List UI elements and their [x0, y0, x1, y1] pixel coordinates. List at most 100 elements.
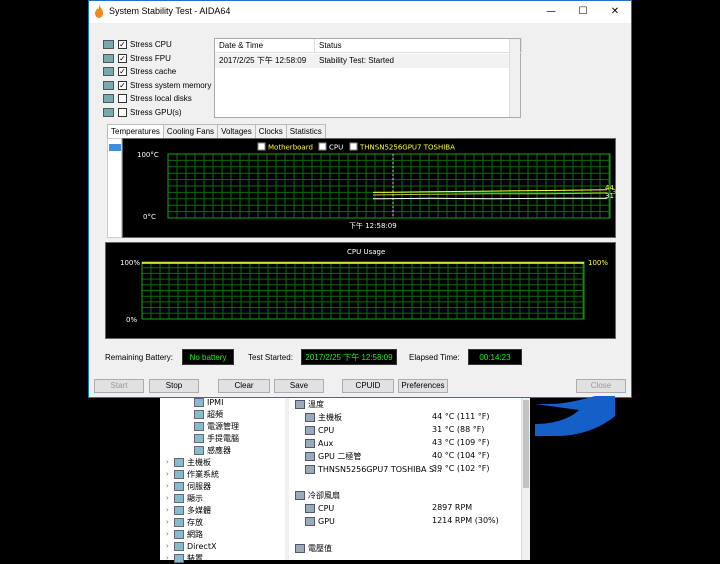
title-bar[interactable]: System Stability Test - AIDA64 — ☐ ✕ — [89, 1, 631, 23]
stress-hardware-icon — [103, 40, 114, 49]
tree-item[interactable]: 超頻 — [186, 408, 223, 420]
stop-button[interactable]: Stop — [149, 379, 199, 393]
maximize-button[interactable]: ☐ — [567, 1, 599, 23]
legend-checkbox[interactable] — [349, 142, 358, 151]
sensor-name: GPU 二極管 — [318, 451, 362, 461]
col-date-time[interactable]: Date & Time — [215, 39, 315, 53]
expand-chevron-icon[interactable]: › — [166, 482, 174, 490]
legend-checkbox[interactable] — [318, 142, 327, 151]
stress-hardware-icon — [103, 94, 114, 103]
tree-item[interactable]: › 網路 — [166, 528, 203, 540]
save-button[interactable]: Save — [274, 379, 324, 393]
scroll-thumb[interactable] — [523, 400, 529, 488]
tree-item[interactable]: IPMI — [186, 396, 223, 408]
stress-checkbox[interactable]: ✓ — [118, 40, 127, 49]
sensor-name: Aux — [318, 438, 334, 448]
tab-statistics[interactable]: Statistics — [285, 124, 326, 138]
stress-checkbox[interactable] — [118, 94, 127, 103]
detail-scrollbar[interactable] — [521, 398, 530, 560]
aida64-main-window: IPMI 超頻 電源管理 手提電腦 感應器 › 主機板 › 作業系統 › 伺服器 › 顯示 › 多媒體 › 存放… — [160, 396, 530, 563]
tree-item[interactable]: › 伺服器 — [166, 480, 211, 492]
stress-option[interactable]: ✓ Stress system memory — [103, 79, 211, 92]
stress-checkbox[interactable]: ✓ — [118, 67, 127, 76]
tab-voltages[interactable]: Voltages — [217, 124, 256, 138]
expand-chevron-icon[interactable]: › — [166, 518, 174, 526]
tree-item[interactable]: 手提電腦 — [186, 432, 239, 444]
tree-item[interactable]: › 多媒體 — [166, 504, 211, 516]
voltage-section[interactable]: 電壓值 — [295, 542, 332, 554]
tree-item[interactable]: › 主機板 — [166, 456, 211, 468]
tree-item[interactable]: › 裝置 — [166, 552, 203, 564]
tree-item-label: 超頻 — [207, 409, 223, 419]
tab-temperatures[interactable]: Temperatures — [107, 124, 164, 138]
fan-row[interactable]: GPU — [305, 515, 335, 527]
tree-node-icon — [174, 469, 184, 479]
tree-item[interactable]: › 顯示 — [166, 492, 203, 504]
sensor-icon — [295, 543, 305, 553]
stress-label: Stress cache — [130, 67, 177, 76]
selected-sensor[interactable] — [109, 144, 121, 151]
expand-chevron-icon[interactable]: › — [166, 542, 174, 550]
event-log-table[interactable]: Date & Time Status 2017/2/25 下午 12:58:09… — [214, 38, 522, 118]
window-title: System Stability Test - AIDA64 — [109, 6, 231, 16]
tree-item[interactable]: › 作業系統 — [166, 468, 219, 480]
stress-option[interactable]: Stress GPU(s) — [103, 106, 182, 119]
expand-chevron-icon[interactable]: › — [166, 530, 174, 538]
expand-chevron-icon[interactable]: › — [166, 470, 174, 478]
cpu-usage-chart: CPU Usage 100% 0% 100% — [105, 242, 616, 339]
sensor-icon — [305, 451, 315, 461]
tree-item-label: 伺服器 — [187, 481, 211, 491]
start-button[interactable]: Start — [94, 379, 144, 393]
stress-checkbox[interactable] — [118, 107, 127, 117]
preferences-button[interactable]: Preferences — [398, 379, 448, 393]
cpuid-button[interactable]: CPUID — [342, 379, 394, 393]
sensor-list[interactable] — [107, 138, 122, 238]
stress-option[interactable]: Stress local disks — [103, 92, 192, 105]
tab-clocks[interactable]: Clocks — [254, 124, 287, 138]
temperature-row[interactable]: CPU — [305, 424, 334, 436]
tree-item[interactable]: 電源管理 — [186, 420, 239, 432]
sensor-name: 電壓值 — [308, 543, 332, 553]
tab-cooling-fans[interactable]: Cooling Fans — [162, 124, 219, 138]
tree-item[interactable]: 感應器 — [186, 444, 231, 456]
sensor-name: GPU — [318, 516, 335, 526]
stress-label: Stress GPU(s) — [130, 107, 182, 117]
stress-option[interactable]: ✓ Stress CPU — [103, 38, 172, 51]
tree-item-label: 多媒體 — [187, 505, 211, 515]
stress-option[interactable]: ✓ Stress FPU — [103, 52, 171, 65]
sensor-icon — [305, 503, 315, 513]
stress-checkbox[interactable]: ✓ — [118, 53, 127, 63]
log-date-cell: 2017/2/25 下午 12:58:09 — [215, 54, 315, 68]
fan-row[interactable]: CPU — [305, 502, 334, 514]
temperature-row[interactable]: GPU 二極管 — [305, 450, 361, 462]
cpu-current-label: 100% — [588, 259, 608, 267]
battery-label: Remaining Battery: — [105, 353, 174, 362]
log-scrollbar[interactable] — [509, 39, 520, 117]
clear-button[interactable]: Clear — [218, 379, 270, 393]
col-status[interactable]: Status — [315, 39, 522, 53]
temperature-chart: Motherboard CPU THNSN5256GPU7 TOSHIBA 100°C… — [122, 138, 617, 238]
tree-node-icon — [174, 457, 184, 467]
elapsed-label: Elapsed Time: — [409, 353, 460, 362]
legend-checkbox[interactable] — [257, 142, 266, 151]
expand-chevron-icon[interactable]: › — [166, 506, 174, 514]
fan-section[interactable]: 冷卻風扇 — [295, 489, 340, 501]
temperature-row[interactable]: 主機板 — [305, 411, 342, 423]
cpu-y-min-label: 0% — [126, 316, 137, 324]
sensor-name: CPU — [318, 503, 335, 513]
minimize-button[interactable]: — — [535, 1, 567, 23]
expand-chevron-icon[interactable]: › — [166, 554, 174, 562]
expand-chevron-icon[interactable]: › — [166, 494, 174, 502]
stress-checkbox[interactable]: ✓ — [118, 80, 127, 90]
end-value-label: 31 — [605, 192, 614, 200]
stress-option[interactable]: ✓ Stress cache — [103, 65, 176, 78]
tree-item[interactable]: › DirectX — [166, 540, 216, 552]
tree-item[interactable]: › 存放 — [166, 516, 203, 528]
temperature-section[interactable]: 溫度 — [295, 398, 324, 410]
close-button[interactable]: Close — [576, 379, 626, 393]
temperature-row[interactable]: Aux — [305, 437, 333, 449]
navigation-tree[interactable]: IPMI 超頻 電源管理 手提電腦 感應器 › 主機板 › 作業系統 › 伺服器 › 顯示 › 多媒體 › 存放… — [160, 396, 284, 563]
temperature-row[interactable]: THNSN5256GPU7 TOSHIBA S... — [305, 463, 442, 475]
close-window-button[interactable]: ✕ — [599, 1, 631, 23]
expand-chevron-icon[interactable]: › — [166, 458, 174, 466]
